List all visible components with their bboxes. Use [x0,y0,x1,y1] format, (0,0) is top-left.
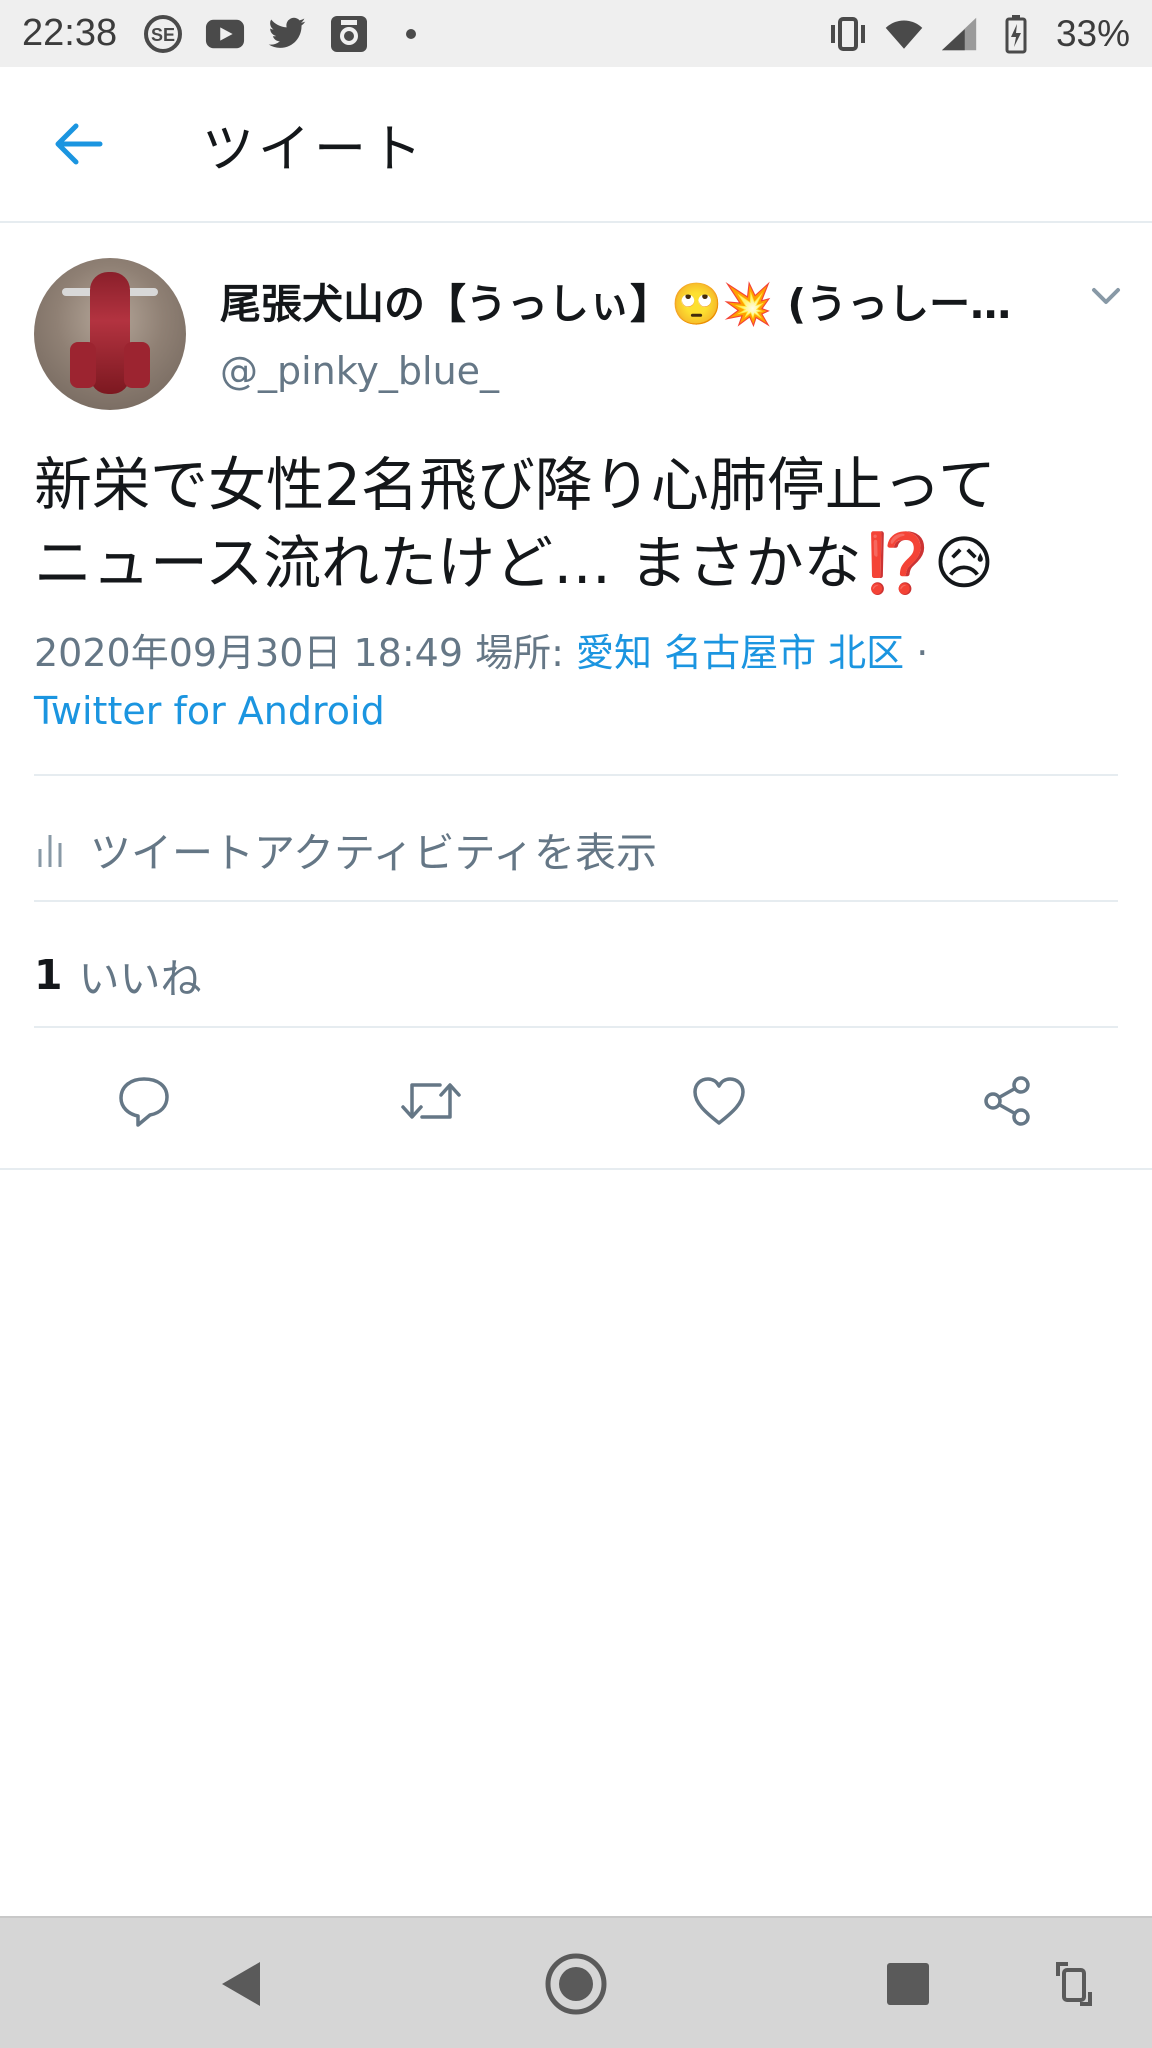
reply-button[interactable] [113,1070,175,1132]
status-right: 33% [828,13,1130,55]
nav-recents-button[interactable] [876,1952,940,2016]
bar-chart-icon [38,835,62,867]
status-bar: 22:38 SE 33% [0,0,1152,67]
place-label: 場所: [475,631,564,675]
nav-back-button[interactable] [208,1952,272,2016]
source-link[interactable]: Twitter for Android [34,689,385,733]
place-link[interactable]: 愛知 名古屋市 北区 [576,631,904,675]
tweet-menu-button[interactable] [1086,276,1126,316]
likes-label: いいね [78,955,202,1003]
vibrate-icon [828,14,868,54]
tweet-date: 2020年09月30日 18:49 [34,631,464,675]
back-button[interactable] [38,104,118,184]
share-button[interactable] [976,1070,1038,1132]
display-name-text: 尾張犬山の【うっしぃ】🙄💥 (うっしー… [220,280,1012,328]
wifi-icon [884,14,924,54]
system-nav-bar [0,1916,1152,2048]
heart-icon [693,1077,745,1125]
tweet-activity-link[interactable]: ツイートアクティビティを表示 [34,790,657,908]
tweet-text-line: 新栄で女性2名飛び降り心肺停止って [34,451,997,519]
likes-count: 1 [34,951,63,999]
retweet-icon [401,1083,461,1119]
tweet-actions [0,1036,1152,1170]
status-time: 22:38 [22,12,118,54]
divider [34,1026,1118,1028]
youtube-icon [205,14,245,54]
se-icon: SE [143,14,183,54]
display-name[interactable]: 尾張犬山の【うっしぃ】🙄💥 (うっしー… [220,272,1080,328]
likes-link[interactable]: 1 いいね [34,916,202,1034]
retweet-button[interactable] [400,1070,462,1132]
battery-icon [996,14,1036,54]
battery-percent: 33% [1055,12,1130,54]
rotate-icon [1056,1962,1092,2006]
user-handle[interactable]: @_pinky_blue_ [220,349,499,393]
camera-icon [329,14,369,54]
nav-home-button[interactable] [544,1952,608,2016]
app-bar: ツイート [0,67,1152,223]
avatar[interactable] [34,258,186,410]
arrow-left-icon [55,123,103,165]
chevron-down-icon [1092,288,1120,304]
twitter-icon [267,14,307,54]
meta-separator: · [916,631,929,675]
reply-icon [119,1077,169,1127]
activity-label: ツイートアクティビティを表示 [90,829,658,877]
page-title: ツイート [202,119,427,180]
tweet-text-line: ニュース流れたけど… まさかな⁉️😥 [34,529,995,597]
signal-icon [940,14,980,54]
tweet-meta: 2020年09月30日 18:49 場所: 愛知 名古屋市 北区 · Twitt… [34,624,1124,740]
divider [34,774,1118,776]
tweet-text: 新栄で女性2名飛び降り心肺停止って ニュース流れたけど… まさかな⁉️😥 [34,446,1124,602]
like-button[interactable] [688,1070,750,1132]
home-circle-icon [545,1953,607,2015]
share-icon [984,1076,1030,1126]
rotate-button[interactable] [1042,1952,1106,2016]
svg-text:SE: SE [151,25,175,45]
triangle-back-icon [222,1962,260,2006]
square-recents-icon [887,1963,929,2005]
divider [34,900,1118,902]
dot-icon [391,14,431,54]
